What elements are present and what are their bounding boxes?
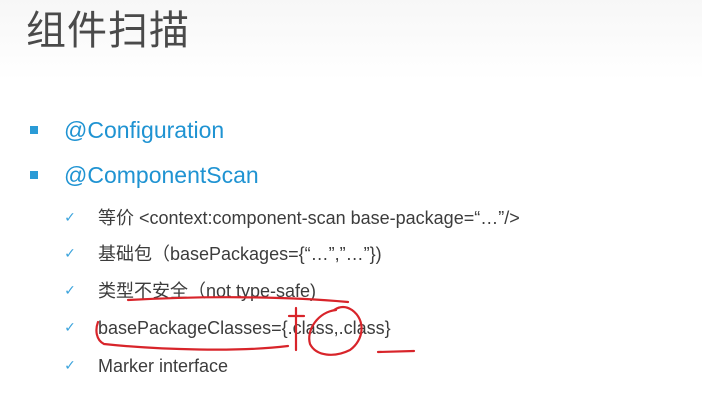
underline-stroke	[376, 349, 416, 354]
subitem-text: Marker interface	[98, 356, 229, 376]
checkmark-icon: ✓	[64, 246, 76, 262]
handwritten-annotations	[95, 296, 416, 356]
square-bullet-icon	[30, 126, 38, 134]
square-bullet-icon	[30, 171, 38, 179]
subitem-equivalent: ✓ 等价 <context:component-scan base-packag…	[62, 205, 520, 231]
checkmark-icon: ✓	[64, 210, 76, 226]
slide: 组件扫描 @Configuration @ComponentScan ✓ 等价 …	[0, 0, 702, 404]
subitem-not-type-safe: ✓ 类型不安全（not type-safe)	[62, 278, 316, 304]
bullet-componentscan: @ComponentScan	[30, 160, 259, 190]
subitem-text: basePackageClasses={.class,.class}	[98, 318, 391, 338]
subitem-base-package-classes: ✓ basePackageClasses={.class,.class}	[62, 315, 391, 341]
subitem-marker-interface: ✓ Marker interface	[62, 353, 228, 379]
subitem-text: 类型不安全（not type-safe)	[98, 281, 317, 301]
slide-title: 组件扫描	[26, 8, 190, 54]
checkmark-icon: ✓	[64, 320, 76, 336]
checkmark-icon: ✓	[64, 358, 76, 374]
subitem-base-packages: ✓ 基础包（basePackages={“…”,”…”})	[62, 241, 382, 267]
subitem-text: 基础包（basePackages={“…”,”…”})	[98, 244, 382, 264]
bullet-text: @ComponentScan	[64, 162, 259, 188]
bullet-configuration: @Configuration	[30, 115, 224, 145]
subitem-text: 等价 <context:component-scan base-package=…	[98, 208, 520, 228]
bullet-text: @Configuration	[64, 117, 225, 143]
checkmark-icon: ✓	[64, 283, 76, 299]
